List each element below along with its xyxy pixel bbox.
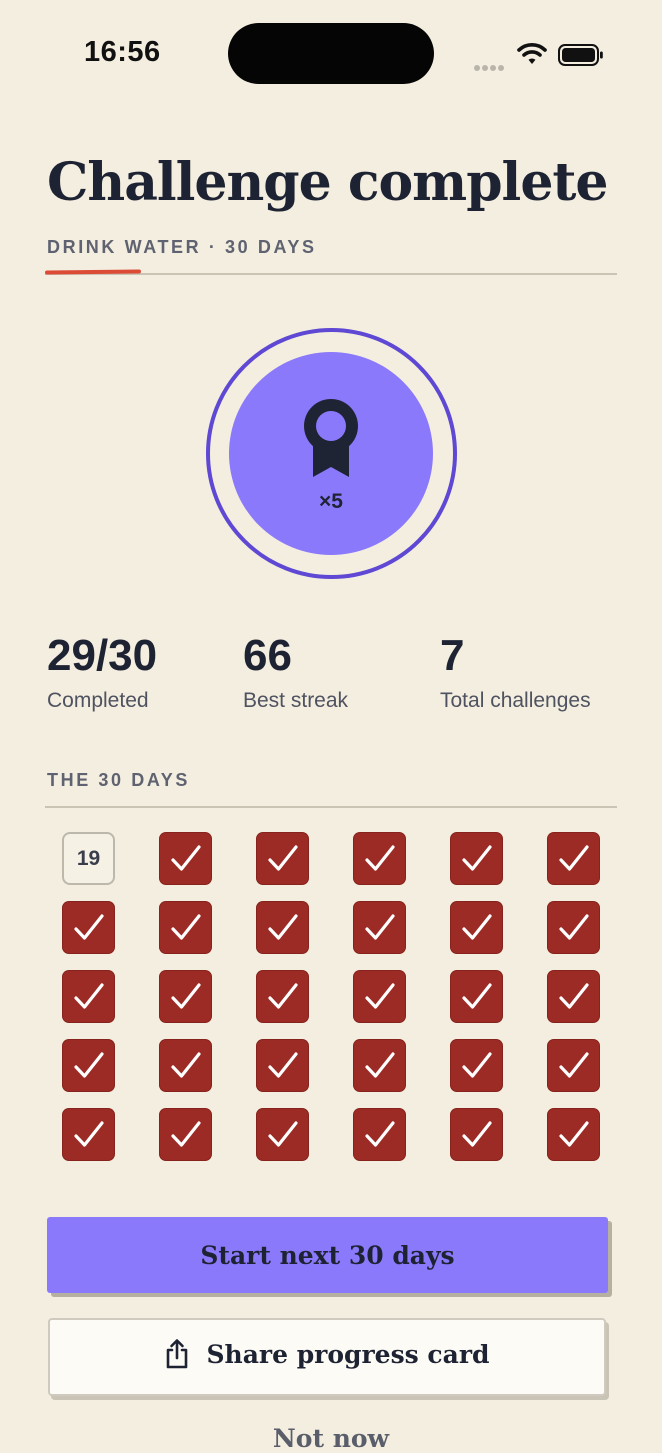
share-progress-label: Share progress card xyxy=(206,1339,490,1369)
checkmark-icon xyxy=(559,845,589,871)
checkmark-icon xyxy=(171,983,201,1009)
day-cell-done[interactable] xyxy=(159,1108,212,1161)
ribbon-award-icon xyxy=(304,399,358,477)
day-cell-done[interactable] xyxy=(256,970,309,1023)
checkmark-icon xyxy=(462,983,492,1009)
checkmark-icon xyxy=(462,1052,492,1078)
stat-label: Total challenges xyxy=(440,689,591,712)
day-cell-done[interactable] xyxy=(159,901,212,954)
day-cell-done[interactable] xyxy=(450,970,503,1023)
checkmark-icon xyxy=(171,914,201,940)
day-cell-done[interactable] xyxy=(256,1039,309,1092)
day-cell-done[interactable] xyxy=(256,1108,309,1161)
day-cell-done[interactable] xyxy=(547,1039,600,1092)
challenge-subtitle: DRINK WATER · 30 DAYS xyxy=(47,237,317,257)
stat-label: Completed xyxy=(47,689,149,712)
share-icon xyxy=(167,1339,188,1369)
page-title: Challenge complete xyxy=(47,152,608,213)
day-cell-done[interactable] xyxy=(353,832,406,885)
badge-count: ×5 xyxy=(319,490,343,513)
day-cell-done[interactable] xyxy=(62,1108,115,1161)
share-progress-button[interactable]: Share progress card xyxy=(48,1318,606,1396)
day-cell-pending[interactable]: 19 xyxy=(62,832,115,885)
day-cell-done[interactable] xyxy=(547,970,600,1023)
day-cell-done[interactable] xyxy=(256,901,309,954)
day-cell-done[interactable] xyxy=(159,1039,212,1092)
status-icons xyxy=(472,38,612,71)
checkmark-icon xyxy=(74,983,104,1009)
checkmark-icon xyxy=(462,845,492,871)
stat-completed: 29/30 Completed xyxy=(47,630,157,713)
day-cell-done[interactable] xyxy=(547,1108,600,1161)
checkmark-icon xyxy=(171,1121,201,1147)
checkmark-icon xyxy=(268,1121,298,1147)
stat-value: 29/30 xyxy=(47,631,158,680)
signal-dots-icon xyxy=(474,58,506,76)
day-cell-done[interactable] xyxy=(159,970,212,1023)
day-cell-done[interactable] xyxy=(62,1039,115,1092)
checkmark-icon xyxy=(365,1052,395,1078)
not-now-link[interactable]: Not now xyxy=(0,1424,662,1453)
checkmark-icon xyxy=(268,1052,298,1078)
day-cell-done[interactable] xyxy=(353,901,406,954)
day-cell-done[interactable] xyxy=(256,832,309,885)
day-cell-done[interactable] xyxy=(450,901,503,954)
checkmark-icon xyxy=(365,1121,395,1147)
checkmark-icon xyxy=(559,1052,589,1078)
day-cell-done[interactable] xyxy=(450,1108,503,1161)
battery-icon xyxy=(558,44,603,66)
day-cell-done[interactable] xyxy=(62,970,115,1023)
day-cell-done[interactable] xyxy=(547,832,600,885)
start-next-button[interactable]: Start next 30 days xyxy=(47,1217,608,1293)
day-cell-done[interactable] xyxy=(450,832,503,885)
dynamic-island xyxy=(228,23,434,84)
day-cell-done[interactable] xyxy=(547,901,600,954)
status-bar: 16:56 xyxy=(0,0,662,100)
day-cell-done[interactable] xyxy=(353,970,406,1023)
stat-value: 66 xyxy=(243,631,292,680)
checkmark-icon xyxy=(171,845,201,871)
checkmark-icon xyxy=(462,914,492,940)
checkmark-icon xyxy=(365,983,395,1009)
checkmark-icon xyxy=(74,914,104,940)
checkmark-icon xyxy=(365,845,395,871)
checkmark-icon xyxy=(559,983,589,1009)
checkmark-icon xyxy=(365,914,395,940)
stat-value: 7 xyxy=(440,631,465,680)
checkmark-icon xyxy=(171,1052,201,1078)
stat-best-streak: 66 Best streak xyxy=(243,630,348,713)
day-cell-done[interactable] xyxy=(62,901,115,954)
day-cell-done[interactable] xyxy=(159,832,212,885)
day-cell-done[interactable] xyxy=(353,1108,406,1161)
days-divider xyxy=(45,806,617,808)
day-cell-done[interactable] xyxy=(353,1039,406,1092)
status-time: 16:56 xyxy=(84,36,161,68)
stat-total-challenges: 7 Total challenges xyxy=(440,630,591,713)
days-section-label: THE 30 DAYS xyxy=(47,770,190,790)
checkmark-icon xyxy=(268,983,298,1009)
checkmark-icon xyxy=(268,914,298,940)
checkmark-icon xyxy=(559,1121,589,1147)
checkmark-icon xyxy=(268,845,298,871)
checkmark-icon xyxy=(462,1121,492,1147)
checkmark-icon xyxy=(74,1052,104,1078)
checkmark-icon xyxy=(559,914,589,940)
stat-label: Best streak xyxy=(243,689,349,712)
day-cell-done[interactable] xyxy=(450,1039,503,1092)
wifi-icon xyxy=(517,43,547,64)
checkmark-icon xyxy=(74,1121,104,1147)
